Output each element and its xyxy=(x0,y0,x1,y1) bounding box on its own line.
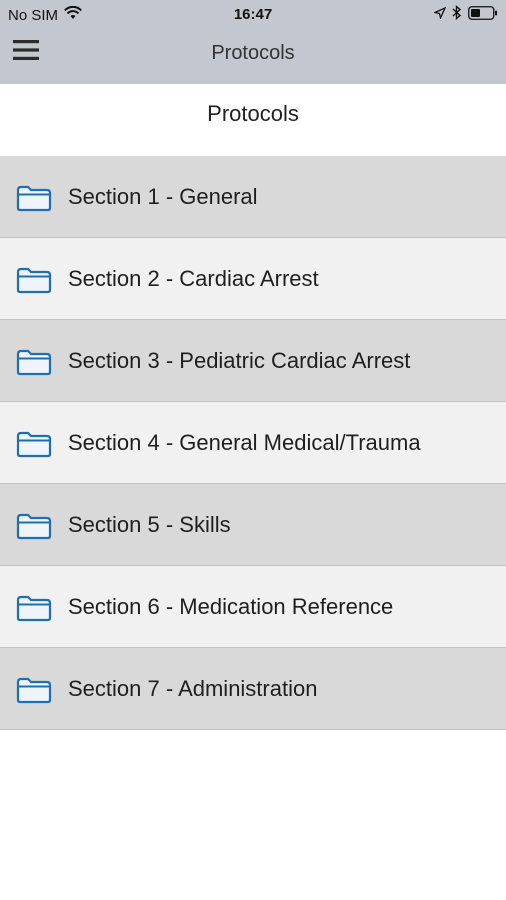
section-label: Section 7 - Administration xyxy=(68,676,318,701)
list-item[interactable]: Section 5 - Skills xyxy=(0,484,506,566)
page-heading: Protocols xyxy=(0,84,506,156)
section-label: Section 6 - Medication Reference xyxy=(68,594,394,619)
list-item[interactable]: Section 2 - Cardiac Arrest xyxy=(0,238,506,320)
list-item[interactable]: Section 6 - Medication Reference xyxy=(0,566,506,648)
location-arrow-icon xyxy=(432,6,447,23)
status-time: 16:47 xyxy=(233,6,273,23)
sections-list: Section 1 - General Section 2 - Cardiac A… xyxy=(0,156,506,730)
list-item[interactable]: Section 3 - Pediatric Cardiac Arrest xyxy=(0,320,506,402)
folder-icon xyxy=(16,512,52,540)
status-right xyxy=(432,4,498,24)
folder-icon xyxy=(16,430,52,458)
folder-icon xyxy=(16,676,52,704)
battery-icon xyxy=(468,5,498,24)
nav-title: Protocols xyxy=(211,42,295,64)
status-bar: No SIM 16:47 xyxy=(0,0,506,30)
list-item[interactable]: Section 7 - Administration xyxy=(0,648,506,730)
top-bar: No SIM 16:47 Protocols xyxy=(0,0,506,84)
folder-icon xyxy=(16,594,52,622)
section-label: Section 4 - General Medical/Trauma xyxy=(68,430,421,455)
list-item[interactable]: Section 4 - General Medical/Trauma xyxy=(0,402,506,484)
section-label: Section 3 - Pediatric Cardiac Arrest xyxy=(68,348,411,373)
navigation-bar: Protocols xyxy=(0,30,506,84)
folder-icon xyxy=(16,184,52,212)
folder-icon xyxy=(16,266,52,294)
section-label: Section 2 - Cardiac Arrest xyxy=(68,266,319,291)
section-label: Section 1 - General xyxy=(68,184,258,209)
list-item[interactable]: Section 1 - General xyxy=(0,156,506,238)
bluetooth-icon xyxy=(452,4,462,24)
folder-icon xyxy=(16,348,52,376)
section-label: Section 5 - Skills xyxy=(68,512,231,537)
